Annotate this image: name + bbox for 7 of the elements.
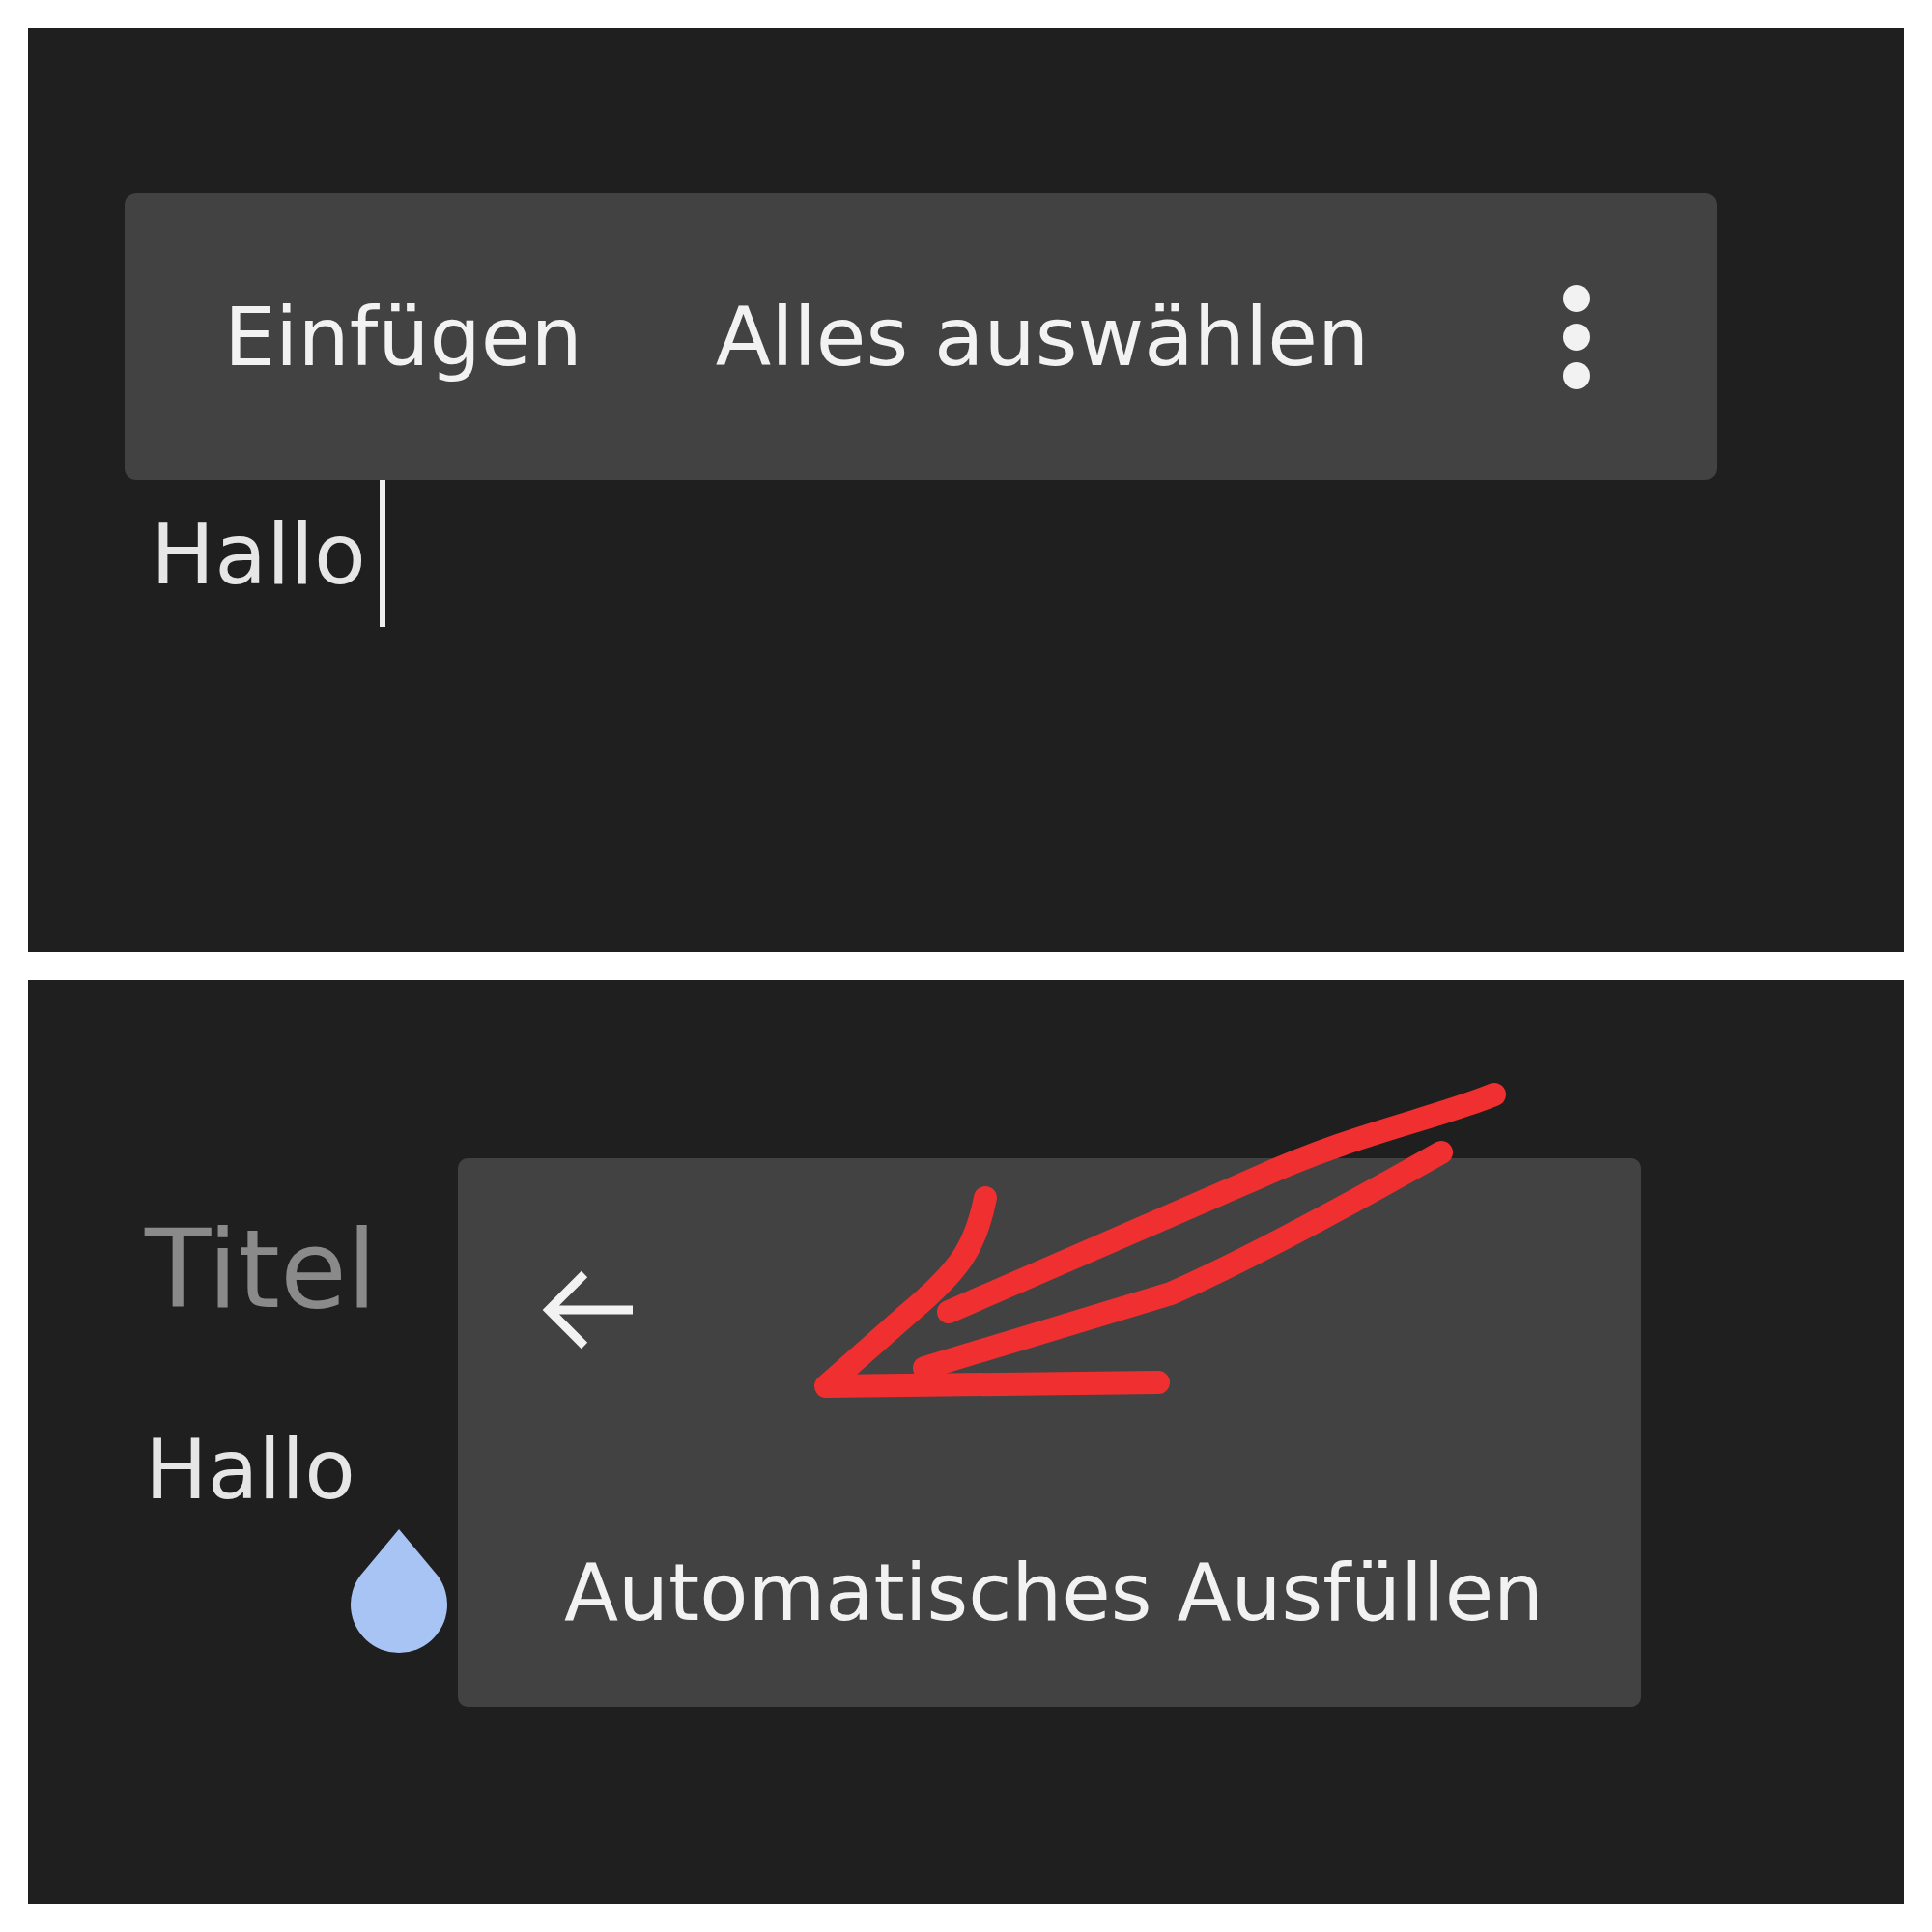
menu-item[interactable]: Einfügen [224,289,582,384]
note-text: Hallo [151,503,366,604]
more-icon[interactable] [1562,283,1591,390]
menu-item[interactable]: Alles auswählen [715,289,1370,384]
note-text: Hallo [145,1421,356,1518]
menu-item[interactable]: Automatisches Ausfüllen [564,1547,1545,1638]
title-field[interactable]: Titel [145,1207,378,1332]
